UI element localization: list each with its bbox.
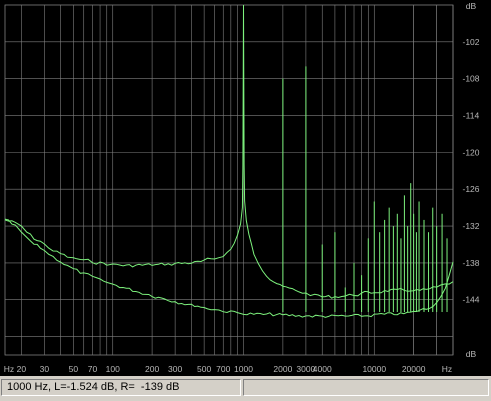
y-tick-label: -138 — [462, 258, 479, 268]
x-tick-label: 20000 — [402, 364, 426, 374]
x-tick-label: 10000 — [362, 364, 386, 374]
x-tick-label: 4000 — [313, 364, 332, 374]
y-tick-label: dB — [466, 349, 477, 359]
x-axis-ticks: Hz 20 30 50 70 100 200 300 500 700 1000 2000 3000400… — [4, 364, 452, 374]
y-tick-label: -102 — [462, 37, 479, 47]
x-tick-label: 2000 — [273, 364, 292, 374]
y-tick-label: dB — [466, 1, 477, 11]
x-tick-label: 20 — [17, 364, 27, 374]
x-tick-label: 50 — [69, 364, 79, 374]
status-panel-empty — [243, 379, 489, 396]
y-tick-label: -144 — [462, 295, 479, 305]
x-tick-label: 30 — [40, 364, 50, 374]
x-tick-label: Hz — [442, 364, 452, 374]
y-tick-label: -120 — [462, 147, 479, 157]
y-tick-label: -108 — [462, 74, 479, 84]
spectrum-analyzer-chart[interactable]: Hz 20 30 50 70 100 200 300 500 700 1000 2000 3000400… — [0, 0, 491, 376]
y-tick-label: -126 — [462, 184, 479, 194]
x-tick-label: 1000 — [234, 364, 253, 374]
x-tick-label: 200 — [145, 364, 159, 374]
y-tick-label: -132 — [462, 221, 479, 231]
x-tick-label: 100 — [106, 364, 120, 374]
x-tick-label: Hz — [4, 364, 14, 374]
x-tick-label: 300 — [168, 364, 182, 374]
x-tick-label: 700 — [216, 364, 230, 374]
x-tick-label: 500 — [197, 364, 211, 374]
y-tick-label: -114 — [463, 111, 480, 121]
x-tick-label: 70 — [88, 364, 98, 374]
status-readout: 1000 Hz, L=-1.524 dB, R= -139 dB — [1, 379, 241, 396]
